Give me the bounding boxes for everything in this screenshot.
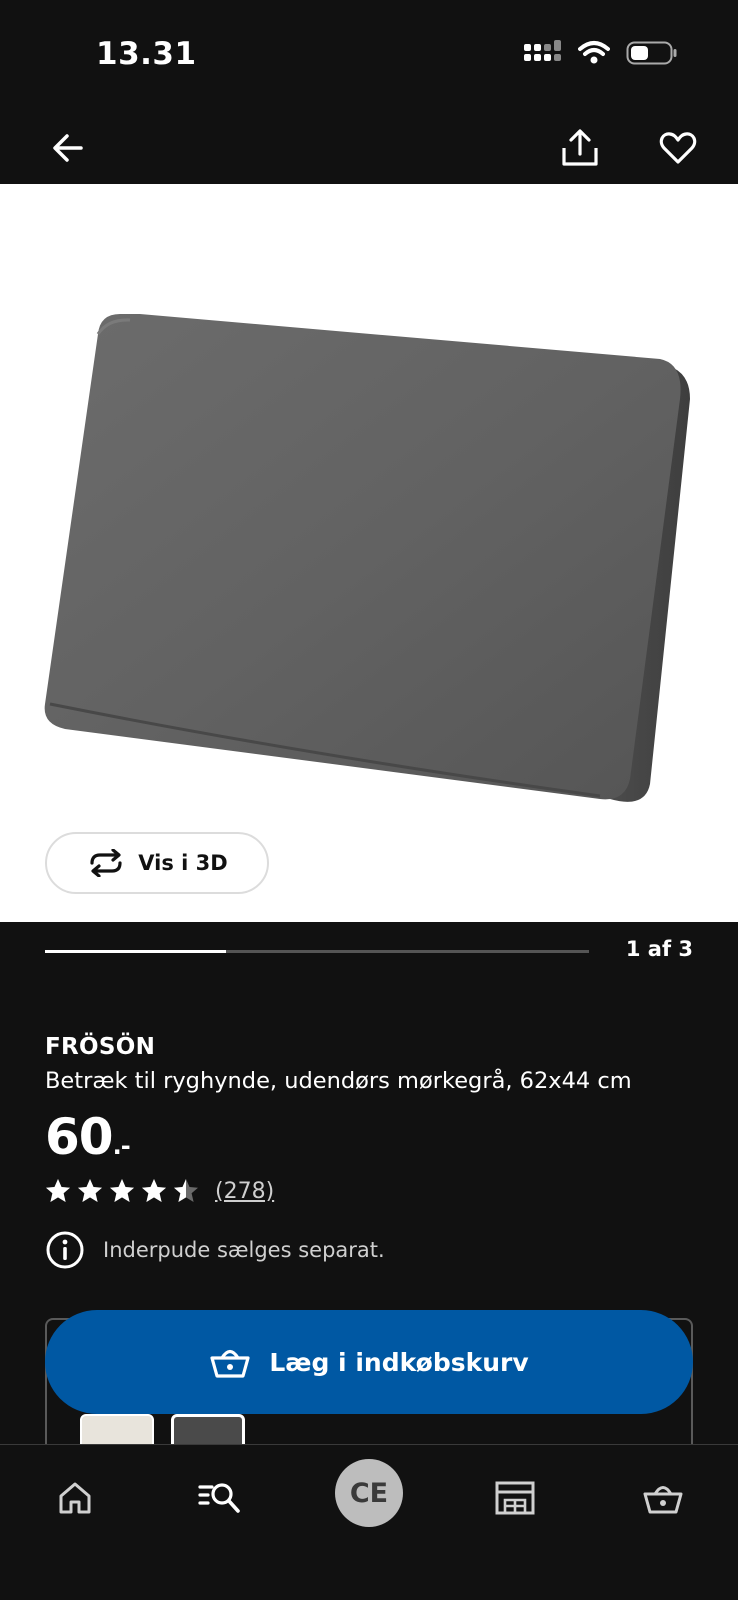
cushion-image bbox=[44, 314, 690, 802]
star-icon bbox=[110, 1179, 134, 1202]
nav-home[interactable] bbox=[40, 1463, 110, 1533]
user-avatar[interactable]: CE bbox=[335, 1459, 403, 1527]
battery-icon bbox=[626, 40, 678, 70]
home-icon bbox=[59, 1482, 91, 1514]
add-to-cart-button[interactable]: Læg i indkøbskurv bbox=[45, 1310, 693, 1414]
top-nav bbox=[0, 110, 738, 184]
product-rating[interactable]: (278) bbox=[45, 1178, 274, 1204]
back-button[interactable] bbox=[40, 120, 96, 176]
status-bar: 13.31 bbox=[0, 0, 738, 110]
share-button[interactable] bbox=[552, 120, 608, 176]
basket-icon bbox=[643, 1486, 683, 1514]
signal-icon bbox=[524, 40, 562, 70]
add-to-cart-label: Læg i indkøbskurv bbox=[269, 1347, 529, 1377]
star-icon bbox=[142, 1179, 166, 1202]
info-text: Inderpude sælges separat. bbox=[103, 1238, 385, 1262]
product-price: 60.- bbox=[45, 1108, 131, 1166]
heart-icon bbox=[659, 132, 697, 164]
nav-cart[interactable] bbox=[628, 1463, 698, 1533]
progress-fill bbox=[45, 950, 227, 953]
product-description: Betræk til ryghynde, udendørs mørkegrå, … bbox=[45, 1068, 632, 1094]
star-icon bbox=[174, 1179, 198, 1202]
view-3d-label: Vis i 3D bbox=[138, 851, 228, 875]
bottom-nav: CE bbox=[0, 1444, 738, 1600]
wifi-icon bbox=[578, 40, 610, 70]
info-notice: Inderpude sælges separat. bbox=[45, 1230, 385, 1270]
price-suffix: .- bbox=[112, 1132, 131, 1160]
basket-icon bbox=[210, 1349, 250, 1378]
gallery-progress: 1 af 3 bbox=[45, 930, 693, 970]
product-image[interactable]: Vis i 3D bbox=[0, 184, 738, 922]
status-time: 13.31 bbox=[96, 36, 197, 72]
price-integer: 60 bbox=[45, 1108, 114, 1166]
info-icon bbox=[46, 1231, 84, 1269]
product-brand: FRÖSÖN bbox=[45, 1034, 156, 1060]
favorite-button[interactable] bbox=[650, 120, 706, 176]
arrow-left-icon bbox=[53, 134, 83, 162]
progress-track bbox=[45, 950, 589, 953]
star-icon bbox=[46, 1179, 70, 1202]
view-3d-button[interactable]: Vis i 3D bbox=[45, 832, 269, 894]
rotate-icon bbox=[90, 849, 122, 877]
rating-stars bbox=[45, 1178, 199, 1204]
search-list-icon bbox=[198, 1483, 240, 1513]
nav-search[interactable] bbox=[185, 1463, 255, 1533]
star-icon bbox=[78, 1179, 102, 1202]
store-icon bbox=[495, 1481, 535, 1515]
share-icon bbox=[562, 129, 598, 166]
gallery-counter: 1 af 3 bbox=[625, 937, 693, 961]
status-icons bbox=[524, 40, 678, 70]
nav-stores[interactable] bbox=[480, 1463, 550, 1533]
review-count-link[interactable]: (278) bbox=[215, 1179, 274, 1204]
